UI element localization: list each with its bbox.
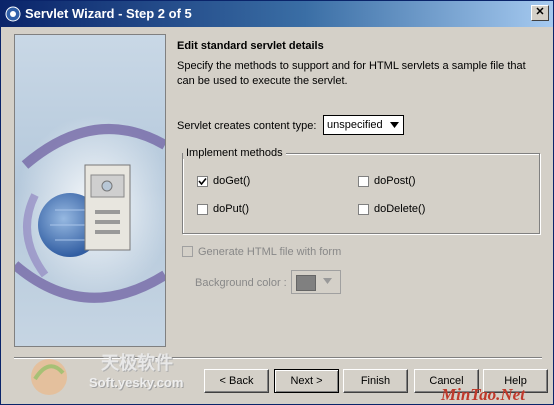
chevron-down-icon (390, 122, 399, 128)
page-description: Specify the methods to support and for H… (177, 60, 526, 87)
wizard-illustration (14, 34, 166, 347)
watermark-chinese-text: 天极软件 (101, 353, 173, 373)
watermark-mintao: MinTao.Net (441, 385, 525, 404)
page-heading: Edit standard servlet details (177, 40, 324, 52)
implement-methods-group (182, 153, 540, 234)
doget-label: doGet() (213, 175, 251, 187)
doput-label: doPut() (213, 203, 250, 215)
doget-checkbox[interactable] (197, 176, 208, 187)
content-type-dropdown[interactable]: unspecified (323, 115, 404, 135)
checkmark-icon (198, 177, 207, 186)
watermark-yesky: 天极软件 Soft.yesky.com (21, 349, 211, 399)
next-button[interactable]: Next > (274, 369, 339, 393)
generate-html-label: Generate HTML file with form (198, 246, 342, 258)
dopost-label: doPost() (374, 175, 416, 187)
finish-button[interactable]: Finish (343, 369, 408, 393)
back-button[interactable]: < Back (204, 369, 269, 393)
wizard-window: Servlet Wizard - Step 2 of 5 ✕ Edit stan… (0, 0, 554, 405)
background-color-picker[interactable] (291, 270, 341, 294)
title-bar[interactable]: Servlet Wizard - Step 2 of 5 ✕ (1, 1, 553, 27)
dopost-checkbox[interactable] (358, 176, 369, 187)
doput-checkbox[interactable] (197, 204, 208, 215)
dodelete-label: doDelete() (374, 203, 426, 215)
generate-html-checkbox[interactable] (182, 246, 193, 257)
dodelete-checkbox[interactable] (358, 204, 369, 215)
background-color-label: Background color : (195, 277, 287, 289)
window-title: Servlet Wizard - Step 2 of 5 (25, 6, 192, 21)
color-swatch (296, 275, 316, 291)
content-type-label: Servlet creates content type: (177, 120, 317, 132)
close-icon: ✕ (535, 6, 545, 18)
implement-methods-legend: Implement methods (183, 147, 286, 159)
content-type-value: unspecified (327, 119, 383, 131)
chevron-down-icon (323, 278, 332, 284)
app-icon (5, 6, 21, 22)
watermark-site-text: Soft.yesky.com (89, 375, 184, 390)
close-button[interactable]: ✕ (531, 5, 549, 21)
